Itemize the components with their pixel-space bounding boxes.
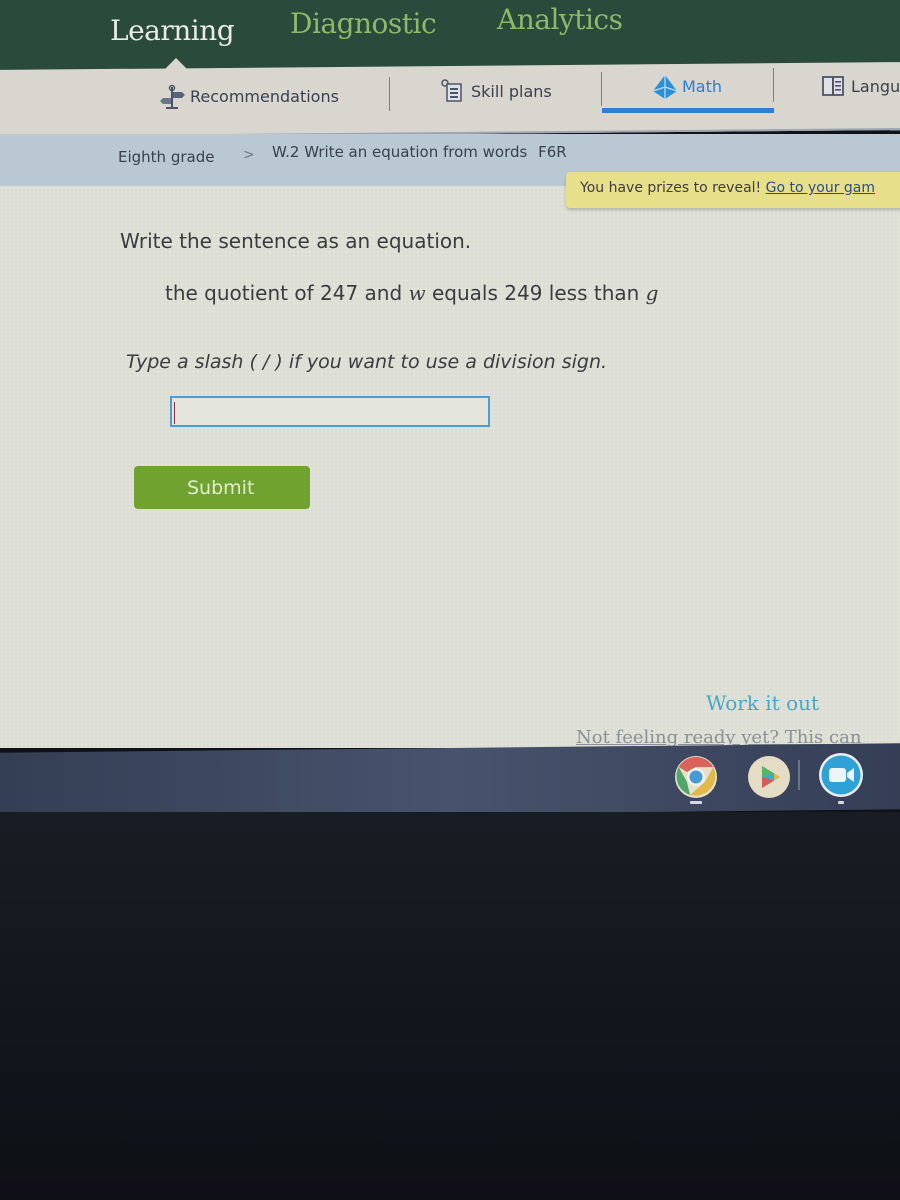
subnav-math-label: Math [682,76,723,96]
chrome-icon[interactable] [674,755,718,799]
chrome-open-indicator [690,801,702,804]
question-prompt: Write the sentence as an equation. [120,229,472,253]
prize-banner: You have prizes to reveal! Go to your ga… [566,172,900,208]
zoom-open-indicator [838,801,844,804]
skill-name: W.2 Write an equation from words [272,143,528,161]
subnav-language-arts-label: Langu [851,76,900,96]
work-it-out-heading: Work it out [706,691,820,715]
tab-analytics[interactable]: Analytics [497,3,623,36]
breadcrumb-skill: W.2 Write an equation from words F6R [272,143,567,161]
sentence-text: equals 249 less than [425,281,646,305]
subnav-divider [601,72,602,106]
zoom-video-icon[interactable] [818,752,863,797]
signpost-icon [160,84,185,109]
active-subnav-underline [602,108,774,113]
play-store-icon[interactable] [747,755,791,799]
subnav-skill-plans[interactable]: Skill plans [441,79,552,103]
book-icon [821,74,845,98]
pyramid-icon [652,74,678,99]
sentence-text: the quotient of 247 and [165,281,409,305]
answer-input[interactable] [170,396,490,427]
subnav-recommendations-label: Recommendations [190,86,339,106]
clipboard-icon [441,79,465,103]
subnav-skill-plans-label: Skill plans [471,81,552,101]
subnav-math[interactable]: Math [652,74,723,99]
subnav-divider [389,77,390,111]
skill-code: F6R [538,143,567,161]
screen-bezel [0,812,900,1200]
active-tab-notch [164,58,188,70]
subnav-divider [773,68,774,102]
subnav-language-arts[interactable]: Langu [821,74,900,98]
subnav-recommendations[interactable]: Recommendations [160,84,339,109]
game-board-link[interactable]: Go to your gam [766,180,875,196]
text-caret [174,402,175,424]
variable-w: w [408,281,426,305]
question-sentence: the quotient of 247 and w equals 249 les… [165,281,658,305]
submit-button[interactable]: Submit [134,466,310,509]
variable-g: g [645,281,659,305]
breadcrumb-grade[interactable]: Eighth grade [118,148,214,166]
tab-diagnostic[interactable]: Diagnostic [290,7,437,40]
breadcrumb-chevron-icon: > [243,147,255,163]
division-hint: Type a slash ( / ) if you want to use a … [126,351,608,373]
shelf-divider [798,760,800,790]
top-nav: Learning Diagnostic Analytics [0,0,900,72]
prize-text: You have prizes to reveal! [580,180,762,196]
tab-learning[interactable]: Learning [110,14,235,47]
